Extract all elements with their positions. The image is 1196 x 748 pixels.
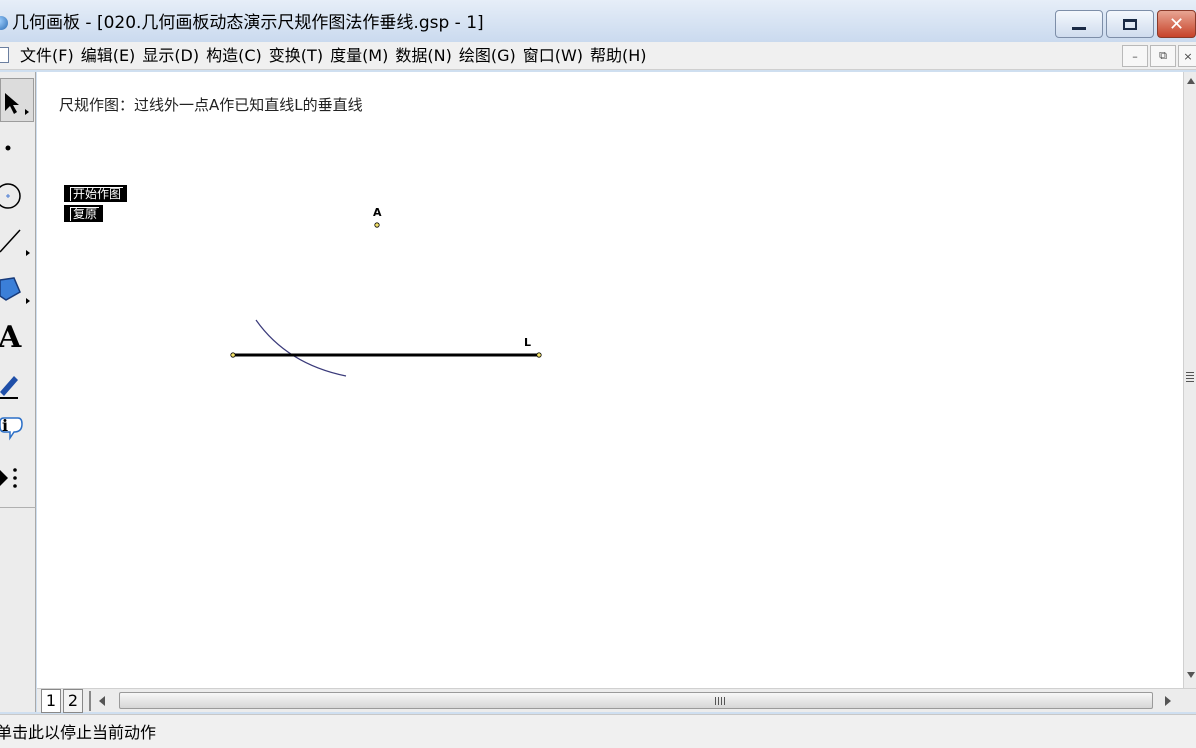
marker-tool[interactable]	[0, 362, 34, 406]
custom-tool-icon	[0, 468, 17, 488]
point-tool[interactable]	[0, 124, 34, 168]
document-icon[interactable]	[0, 47, 9, 63]
close-button[interactable]: ✕	[1157, 10, 1196, 38]
tool-menu-indicator	[26, 250, 30, 256]
status-text: 单击此以停止当前动作	[0, 723, 157, 742]
minimize-icon	[1072, 26, 1086, 30]
menu-graph[interactable]: 绘图(G)	[459, 42, 523, 70]
sketch-canvas[interactable]: 尺规作图：过线外一点A作已知直线L的垂直线 开始作图 复原 A L	[37, 72, 1183, 688]
line-endpoint-left	[230, 352, 236, 358]
caption-text: 尺规作图：过线外一点A作已知直线L的垂直线	[59, 96, 363, 114]
menu-help[interactable]: 帮助(H)	[590, 42, 654, 70]
maximize-icon	[1123, 18, 1137, 30]
toolbox-divider	[0, 507, 36, 508]
menu-file[interactable]: 文件(F)	[20, 42, 81, 70]
status-bar: 单击此以停止当前动作	[0, 714, 1196, 748]
menu-construct[interactable]: 构造(C)	[206, 42, 269, 70]
doc-restore-button[interactable]: ⧉	[1150, 45, 1176, 67]
minimize-button[interactable]	[1055, 10, 1103, 38]
point-icon	[5, 145, 11, 151]
tab-splitter[interactable]	[89, 691, 91, 711]
scroll-up-icon[interactable]	[1187, 78, 1195, 84]
circle-icon	[0, 183, 21, 209]
menu-measure[interactable]: 度量(M)	[330, 42, 395, 70]
arrow-select-tool[interactable]	[0, 78, 34, 122]
bottom-bar: 1 2	[37, 688, 1196, 713]
tool-menu-indicator	[25, 109, 29, 115]
text-icon: A	[0, 320, 22, 355]
doc-minimize-button[interactable]: –	[1122, 45, 1148, 67]
menu-transform[interactable]: 变换(T)	[269, 42, 330, 70]
menu-bar: 文件(F) 编辑(E) 显示(D) 构造(C) 变换(T) 度量(M) 数据(N…	[0, 42, 1196, 70]
horizontal-scroll-thumb[interactable]	[119, 692, 1153, 709]
start-construction-button[interactable]: 开始作图	[64, 185, 128, 202]
menu-window[interactable]: 窗口(W)	[523, 42, 590, 70]
minimize-icon: –	[1132, 49, 1138, 63]
polygon-tool[interactable]	[0, 266, 34, 310]
point-a-label: A	[373, 206, 382, 219]
close-icon: ×	[1183, 49, 1193, 63]
toolbox: A i	[0, 72, 36, 712]
maximize-button[interactable]	[1106, 10, 1154, 38]
page-tab-2[interactable]: 2	[63, 689, 83, 713]
compass-arc	[255, 319, 347, 377]
scroll-down-icon[interactable]	[1187, 672, 1195, 678]
straightedge-tool[interactable]	[0, 218, 34, 262]
title-bar: 几何画板 - [020.几何画板动态演示尺规作图法作垂线.gsp - 1] ✕	[0, 0, 1196, 44]
info-bubble-icon: i	[0, 416, 23, 441]
custom-tool[interactable]	[0, 456, 34, 500]
menu-data[interactable]: 数据(N)	[395, 42, 458, 70]
geometry-layer	[230, 222, 542, 377]
arrow-icon	[5, 93, 19, 114]
doc-close-button[interactable]: ×	[1178, 45, 1196, 67]
tool-menu-indicator	[26, 298, 30, 304]
scroll-right-icon[interactable]	[1165, 696, 1171, 706]
vertical-scrollbar[interactable]	[1183, 72, 1196, 688]
menu-display[interactable]: 显示(D)	[142, 42, 206, 70]
menu-edit[interactable]: 编辑(E)	[81, 42, 143, 70]
restore-icon: ⧉	[1159, 49, 1167, 62]
point-a	[374, 222, 380, 228]
line-l-label: L	[524, 336, 532, 349]
information-tool[interactable]: i	[0, 408, 34, 452]
page-tab-1[interactable]: 1	[41, 689, 61, 713]
app-icon	[0, 16, 8, 30]
close-icon: ✕	[1168, 13, 1185, 35]
window-title: 几何画板 - [020.几何画板动态演示尺规作图法作垂线.gsp - 1]	[12, 13, 484, 33]
line-endpoint-right	[536, 352, 542, 358]
scroll-left-icon[interactable]	[99, 696, 105, 706]
text-tool[interactable]: A	[0, 316, 34, 360]
menu-items: 文件(F) 编辑(E) 显示(D) 构造(C) 变换(T) 度量(M) 数据(N…	[20, 42, 654, 70]
reset-button[interactable]: 复原	[64, 205, 104, 222]
marker-pen-icon	[0, 376, 18, 399]
scroll-grip	[715, 697, 725, 705]
svg-text:i: i	[2, 416, 8, 435]
compass-tool[interactable]	[0, 172, 34, 216]
scroll-grip[interactable]	[1186, 372, 1194, 382]
